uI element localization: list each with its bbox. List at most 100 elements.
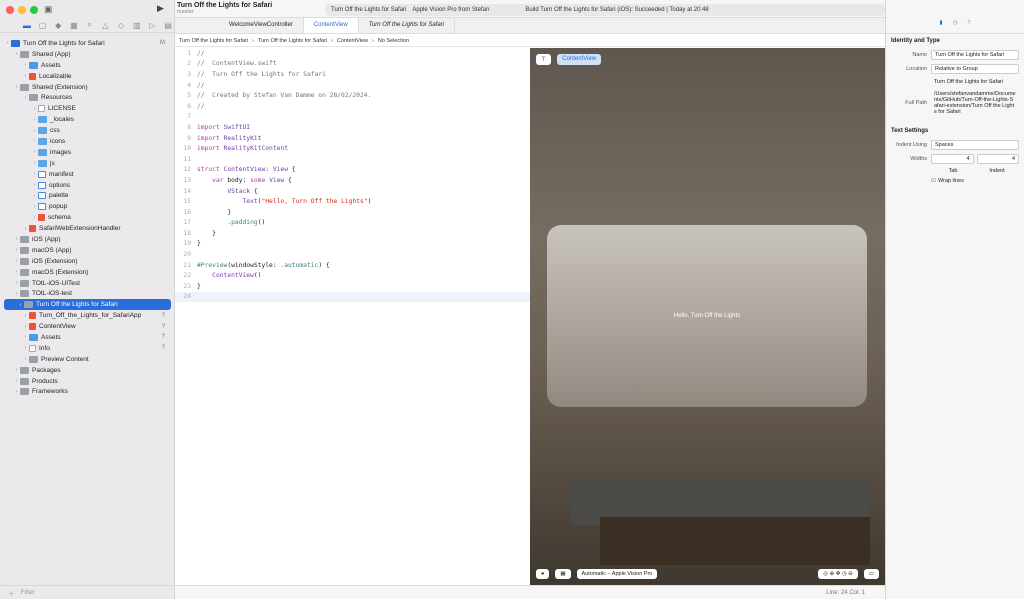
disclosure-icon[interactable]: › (22, 334, 29, 340)
disclosure-icon[interactable]: › (13, 236, 20, 242)
code-line[interactable]: 16 } (175, 207, 530, 218)
minimize-button[interactable] (18, 6, 26, 14)
disclosure-icon[interactable]: › (31, 128, 38, 134)
tree-item[interactable]: › LICENSE (0, 103, 175, 114)
disclosure-icon[interactable]: › (31, 215, 38, 221)
disclosure-icon[interactable]: › (31, 182, 38, 188)
symbol-icon[interactable]: ▦ (67, 21, 81, 30)
folder-icon[interactable]: ▬ (20, 21, 34, 30)
disclosure-icon[interactable]: › (4, 40, 11, 46)
sidebar-toggle-icon[interactable]: ▣ (44, 4, 53, 15)
tree-item[interactable]: › Shared (Extension) (0, 82, 175, 93)
tree-item[interactable]: › Turn Off the Lights for Safari (4, 299, 171, 311)
filter-field[interactable]: Filter (21, 589, 35, 596)
issue-icon[interactable]: △ (99, 21, 113, 30)
code-line[interactable]: 1 // (175, 48, 530, 59)
tree-item[interactable]: › schema (0, 212, 175, 223)
disclosure-icon[interactable]: › (13, 84, 20, 90)
tree-item[interactable]: › Shared (App) (0, 49, 175, 60)
tree-item[interactable]: › iOS (App) (0, 234, 175, 245)
tree-item[interactable]: › palette (0, 190, 175, 201)
file-icon[interactable]: ▮ (940, 20, 943, 26)
tree-item[interactable]: › css (0, 125, 175, 136)
tree-item[interactable]: › Assets (0, 60, 175, 71)
tree-item[interactable]: › SafariWebExtensionHandler (0, 223, 175, 234)
disclosure-icon[interactable]: › (22, 95, 29, 101)
jump-symbol[interactable]: No Selection (378, 38, 409, 44)
scene-icon[interactable]: ▭ (863, 569, 879, 579)
disclosure-icon[interactable]: › (13, 280, 20, 286)
code-line[interactable]: 2 // ContentView.swift (175, 59, 530, 70)
camera-icon[interactable]: ◎ ⊕ ✥ ◷ ⊖ (818, 569, 858, 579)
code-line[interactable]: 14 VStack { (175, 186, 530, 197)
tree-item[interactable]: › Turn Off the Lights for Safari M (0, 38, 175, 49)
bookmark-icon[interactable]: ◆ (51, 21, 65, 30)
disclosure-icon[interactable]: › (22, 356, 29, 362)
preview-canvas[interactable]: ⊤ ContentView Hello, Turn Off the Lights… (530, 48, 885, 585)
variant-icon[interactable]: ▦ (555, 569, 571, 579)
disclosure-icon[interactable]: › (22, 62, 29, 68)
code-line[interactable]: 21 #Preview(windowStyle: .automatic) { (175, 260, 530, 271)
tree-item[interactable]: › Info? (0, 343, 175, 354)
history-icon[interactable]: ◷ (953, 20, 958, 26)
source-editor[interactable]: 1 // 2 // ContentView.swift 3 // Turn Off the… (175, 48, 530, 585)
tree-item[interactable]: › Assets? (0, 332, 175, 343)
tree-item[interactable]: › Packages (0, 365, 175, 376)
disclosure-icon[interactable]: › (31, 204, 38, 210)
code-line[interactable]: 18 } (175, 228, 530, 239)
destination-selector[interactable]: Apple Vision Pro from Stefan (412, 7, 489, 13)
tree-item[interactable]: › TOtL-iOS-test (0, 288, 175, 299)
code-line[interactable]: 3 // Turn Off the Lights for Safari (175, 69, 530, 80)
name-field[interactable]: Turn Off the Lights for Safari (931, 50, 1019, 60)
disclosure-icon[interactable]: › (22, 226, 29, 232)
disclosure-icon[interactable]: › (13, 51, 20, 57)
jump-group[interactable]: Turn Off the Lights for Safari (258, 38, 327, 44)
add-icon[interactable]: ＋ (8, 588, 15, 598)
disclosure-icon[interactable]: › (31, 138, 38, 144)
report-icon[interactable]: ▤ (161, 21, 175, 30)
code-line[interactable]: 7 (175, 112, 530, 123)
code-line[interactable]: 9 import RealityKit (175, 133, 530, 144)
disclosure-icon[interactable]: › (13, 378, 20, 384)
tree-item[interactable]: › Products (0, 376, 175, 387)
disclosure-icon[interactable]: › (31, 171, 38, 177)
code-line[interactable]: 13 var body: some View { (175, 175, 530, 186)
tree-item[interactable]: › Frameworks (0, 387, 175, 398)
tree-item[interactable]: › ContentView? (0, 321, 175, 332)
indent-select[interactable]: Spaces (931, 140, 1019, 150)
disclosure-icon[interactable]: › (13, 258, 20, 264)
zoom-button[interactable] (30, 6, 38, 14)
disclosure-icon[interactable]: › (13, 247, 20, 253)
find-icon[interactable]: ⌕ (83, 20, 97, 30)
disclosure-icon[interactable]: › (22, 313, 29, 319)
tree-item[interactable]: › macOS (App) (0, 245, 175, 256)
disclosure-icon[interactable]: › (22, 324, 29, 330)
source-control-icon[interactable]: ▢ (36, 21, 50, 30)
tree-item[interactable]: › images (0, 147, 175, 158)
tree-item[interactable]: › manifest (0, 169, 175, 180)
branch-name[interactable]: master (177, 9, 272, 15)
tab-project[interactable]: Turn Off the Lights for Safari (359, 18, 455, 33)
tree-item[interactable]: › icons (0, 136, 175, 147)
code-line[interactable]: 6 // (175, 101, 530, 112)
tree-item[interactable]: › iOS (Extension) (0, 256, 175, 267)
scheme-selector[interactable]: Turn Off the Lights for Safari (331, 7, 406, 13)
disclosure-icon[interactable]: › (22, 345, 29, 351)
tree-item[interactable]: › js (0, 158, 175, 169)
disclosure-icon[interactable]: › (31, 149, 38, 155)
tab-contentview[interactable]: ContentView (303, 18, 359, 33)
tree-item[interactable]: › _locales (0, 114, 175, 125)
code-line[interactable]: 12 struct ContentView: View { (175, 165, 530, 176)
tree-item[interactable]: › options (0, 180, 175, 191)
code-line[interactable]: 20 (175, 249, 530, 260)
disclosure-icon[interactable]: › (13, 269, 20, 275)
jump-project[interactable]: Turn Off the Lights for Safari (179, 38, 248, 44)
tree-item[interactable]: › Resources (0, 92, 175, 103)
code-line[interactable]: 10 import RealityKitContent (175, 143, 530, 154)
test-icon[interactable]: ◇ (114, 21, 128, 30)
tree-item[interactable]: › Localizable (0, 71, 175, 82)
disclosure-icon[interactable]: › (31, 106, 38, 112)
tab-welcome[interactable]: WelcomeViewController (219, 18, 304, 33)
close-button[interactable] (6, 6, 14, 14)
tab-width-field[interactable]: 4 (931, 154, 974, 164)
